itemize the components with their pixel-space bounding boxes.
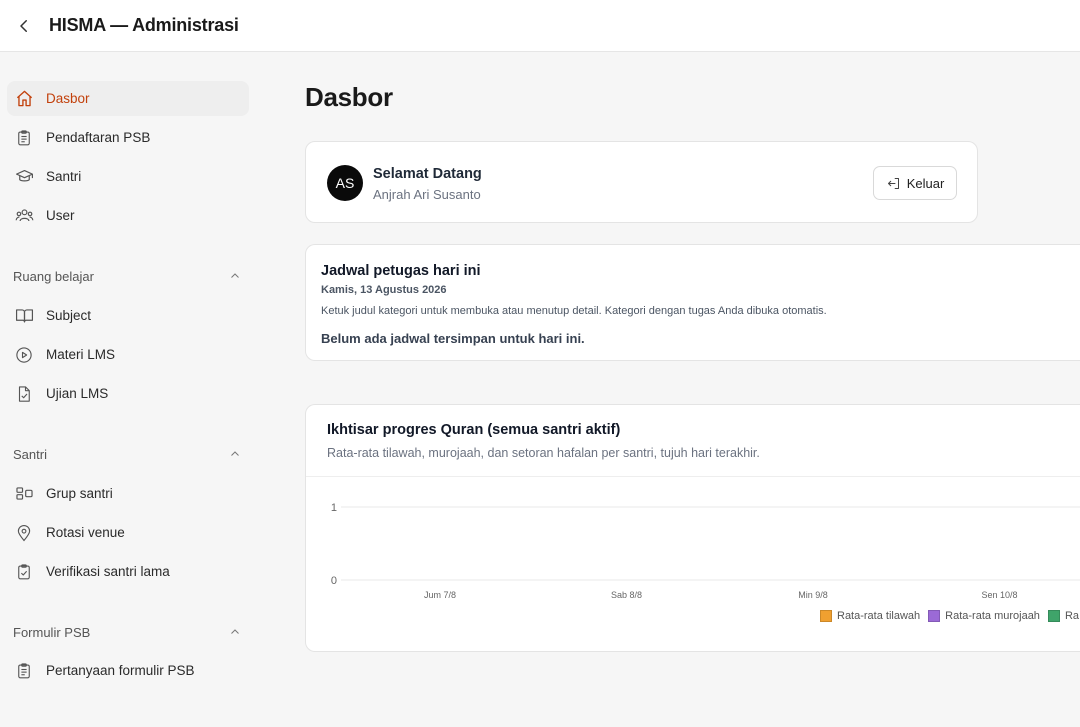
home-icon	[14, 89, 34, 109]
app-title: HISMA — Administrasi	[49, 15, 239, 35]
x-tick-label: Sab 8/8	[611, 590, 642, 600]
legend-label: Rata-rata tilawah	[837, 610, 921, 622]
sidebar-item-subject[interactable]: Subject	[7, 298, 249, 333]
chevron-left-icon	[20, 19, 27, 32]
sidebar-item-label: Rotasi venue	[46, 525, 125, 540]
book-open-icon	[14, 306, 34, 326]
schedule-card: Jadwal petugas hari ini Kamis, 13 Agustu…	[305, 244, 1080, 361]
legend-label: Ra	[1064, 610, 1079, 622]
sidebar-item-materi-lms[interactable]: Materi LMS	[7, 337, 249, 372]
group-header-santri[interactable]: Santri	[13, 444, 241, 464]
clipboard-icon	[14, 128, 34, 148]
logout-label: Keluar	[906, 175, 945, 191]
quran-progress-card: Ikhtisar progres Quran (semua santri akt…	[305, 404, 1080, 652]
chevron-up-icon	[231, 629, 239, 634]
chart-legend: Rata-rata tilawah Rata-rata murojaah Ra	[820, 610, 1080, 622]
x-tick-label: Min 9/8	[798, 590, 828, 600]
sidebar-item-label: Verifikasi santri lama	[46, 564, 170, 579]
group-header-ruang-belajar[interactable]: Ruang belajar	[13, 266, 241, 286]
page-title: Dasbor	[305, 82, 393, 112]
welcome-card: AS Selamat Datang Anjrah Ari Susanto Kel…	[305, 141, 978, 223]
sidebar-item-pertanyaan-formulir-psb[interactable]: Pertanyaan formulir PSB	[7, 653, 249, 688]
schedule-title: Jadwal petugas hari ini	[321, 263, 481, 279]
chevron-up-icon	[231, 451, 239, 456]
group-label: Ruang belajar	[13, 268, 94, 284]
play-circle-icon	[14, 345, 34, 365]
schedule-date: Kamis, 13 Agustus 2026	[321, 284, 447, 296]
x-tick-label: Jum 7/8	[424, 590, 456, 600]
legend-item[interactable]: Rata-rata tilawah	[820, 610, 920, 622]
chevron-up-icon	[231, 273, 239, 278]
group-label: Santri	[13, 446, 47, 462]
legend-item[interactable]: Rata-rata murojaah	[928, 610, 1040, 622]
x-tick-label: Sen 10/8	[981, 590, 1017, 600]
sidebar: Dasbor Pendaftaran PSB Santri User Ruang…	[0, 53, 260, 727]
graduation-cap-icon	[14, 167, 34, 187]
sidebar-item-label: User	[46, 208, 75, 223]
back-button[interactable]	[12, 14, 36, 38]
chart-subtitle: Rata-rata tilawah, murojaah, dan setoran…	[327, 446, 760, 460]
logout-icon	[887, 177, 899, 189]
logout-button[interactable]: Keluar	[873, 166, 957, 200]
sidebar-item-dasbor[interactable]: Dasbor	[7, 81, 249, 116]
legend-swatch	[1047, 610, 1060, 622]
avatar: AS	[327, 165, 363, 201]
sidebar-item-user[interactable]: User	[7, 198, 249, 233]
top-bar: HISMA — Administrasi	[0, 0, 1080, 52]
sidebar-item-rotasi-venue[interactable]: Rotasi venue	[7, 515, 249, 550]
y-tick-label: 0	[331, 575, 337, 587]
welcome-title: Selamat Datang	[373, 166, 482, 182]
map-pin-icon	[14, 523, 34, 543]
sidebar-item-grup-santri[interactable]: Grup santri	[7, 476, 249, 511]
sidebar-item-verifikasi-santri-lama[interactable]: Verifikasi santri lama	[7, 554, 249, 589]
legend-swatch	[928, 610, 941, 622]
sidebar-item-label: Pertanyaan formulir PSB	[46, 663, 195, 678]
progress-chart: 0 1 Jum 7/8 Sab 8/8 Min 9/8 Sen 10/8	[331, 502, 1080, 600]
sidebar-item-label: Ujian LMS	[46, 386, 109, 401]
sidebar-item-label: Pendaftaran PSB	[46, 130, 151, 145]
user-name: Anjrah Ari Susanto	[373, 187, 481, 202]
y-tick-label: 1	[331, 502, 337, 514]
group-icon	[14, 484, 34, 504]
chart-title: Ikhtisar progres Quran (semua santri akt…	[327, 422, 621, 438]
legend-label: Rata-rata murojaah	[945, 610, 1040, 622]
clipboard-check-icon	[14, 562, 34, 582]
users-icon	[14, 206, 34, 226]
sidebar-item-label: Santri	[46, 169, 82, 184]
schedule-hint: Ketuk judul kategori untuk membuka atau …	[321, 305, 827, 317]
group-header-formulir-psb[interactable]: Formulir PSB	[13, 622, 241, 642]
sidebar-item-label: Grup santri	[46, 486, 113, 501]
sidebar-item-label: Dasbor	[46, 91, 90, 106]
sidebar-item-ujian-lms[interactable]: Ujian LMS	[7, 376, 249, 411]
file-check-icon	[14, 384, 34, 404]
schedule-empty-message: Belum ada jadwal tersimpan untuk hari in…	[321, 331, 585, 346]
group-label: Formulir PSB	[13, 624, 91, 640]
clipboard-icon	[14, 661, 34, 681]
sidebar-item-label: Materi LMS	[46, 347, 116, 362]
legend-item[interactable]: Ra	[1047, 610, 1079, 622]
sidebar-item-label: Subject	[46, 308, 92, 323]
sidebar-item-pendaftaran-psb[interactable]: Pendaftaran PSB	[7, 120, 249, 155]
legend-swatch	[820, 610, 832, 622]
sidebar-item-santri[interactable]: Santri	[7, 159, 249, 194]
